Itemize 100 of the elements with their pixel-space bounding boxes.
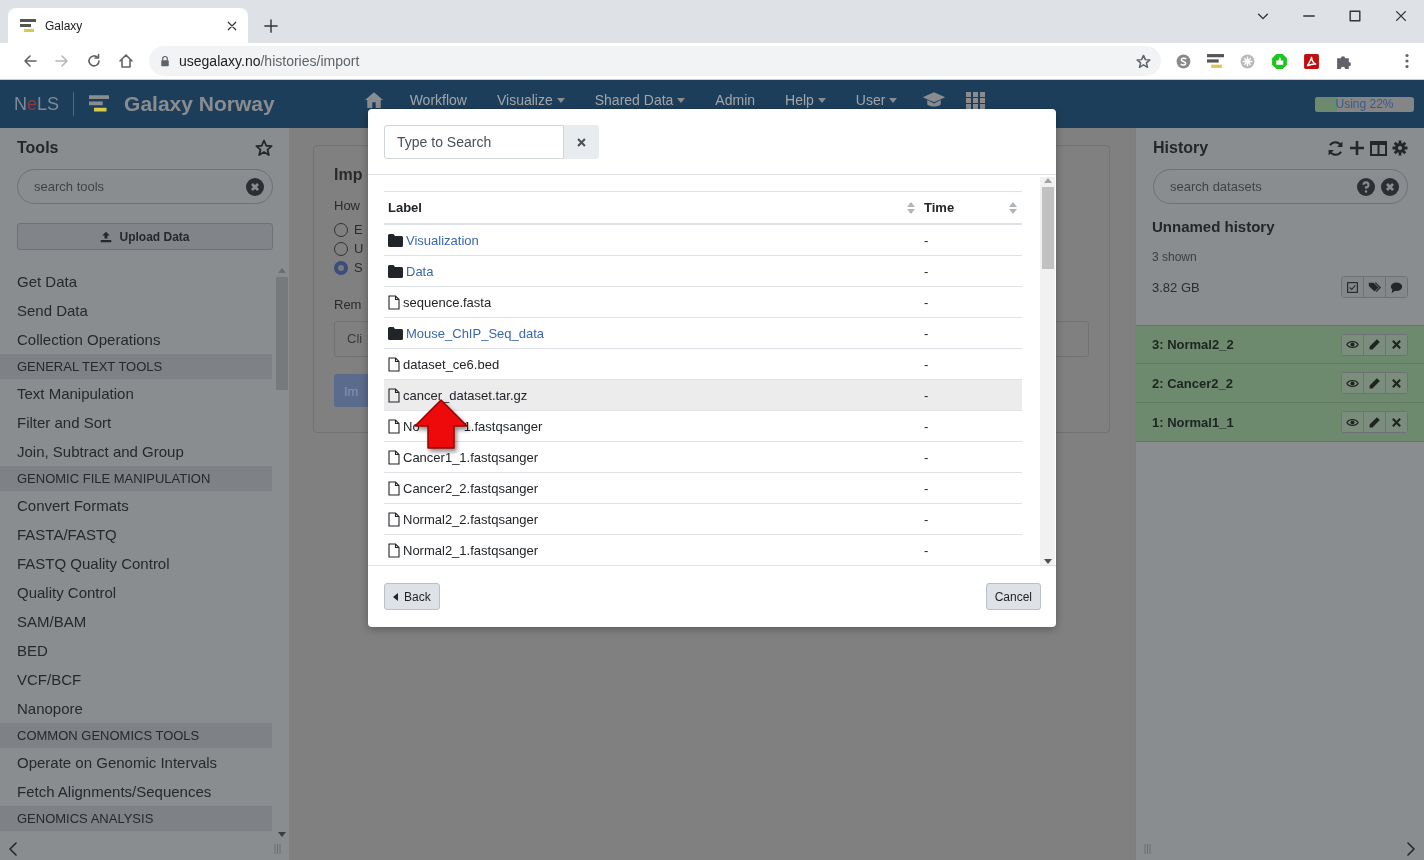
- nav-link[interactable]: Visualize: [481, 92, 580, 108]
- tool-link[interactable]: Text Manipulation: [0, 379, 272, 408]
- browser-tab[interactable]: Galaxy: [8, 8, 248, 43]
- tool-link[interactable]: Collection Operations: [0, 325, 272, 354]
- folder-link[interactable]: Data: [406, 263, 434, 279]
- delete-icon[interactable]: [1390, 338, 1403, 351]
- table-row[interactable]: Data -: [384, 255, 1022, 287]
- home-icon[interactable]: [118, 53, 134, 69]
- tool-link[interactable]: Nanopore: [0, 694, 272, 723]
- tool-link[interactable]: FASTA/FASTQ: [0, 520, 272, 549]
- table-row[interactable]: Cancer2_2.fastqsanger -: [384, 472, 1022, 504]
- table-row[interactable]: Mouse_ChIP_Seq_data -: [384, 317, 1022, 349]
- nav-link[interactable]: Workflow: [394, 92, 482, 108]
- nav-link[interactable]: Shared Data: [579, 92, 701, 108]
- search-field[interactable]: Type to Search: [384, 125, 564, 159]
- grid-icon[interactable]: [966, 91, 986, 109]
- section-header[interactable]: GENERAL TEXT TOOLS: [0, 354, 272, 379]
- section-header[interactable]: COMMON GENOMICS TOOLS: [0, 723, 272, 748]
- galaxy-extension-icon[interactable]: [1206, 52, 1224, 70]
- drag-handle-icon[interactable]: [274, 844, 281, 854]
- tool-link[interactable]: Filter and Sort: [0, 408, 272, 437]
- tool-link[interactable]: Convert Formats: [0, 491, 272, 520]
- nav-link[interactable]: Help: [770, 92, 841, 108]
- tool-link[interactable]: Fetch Alignments/Sequences: [0, 777, 272, 806]
- eye-icon[interactable]: [1346, 338, 1359, 351]
- upload-button[interactable]: Upload Data: [17, 223, 273, 250]
- scrollbar-thumb[interactable]: [1041, 187, 1054, 269]
- cancel-button[interactable]: Cancel: [985, 583, 1041, 610]
- section-header[interactable]: GENOMIC FILE MANIPULATION: [0, 466, 272, 491]
- pdf-icon[interactable]: [1302, 52, 1320, 70]
- history-name[interactable]: Unnamed history: [1152, 218, 1424, 235]
- radio-button[interactable]: [334, 222, 348, 237]
- table-row[interactable]: cancer_dataset.tar.gz -: [384, 379, 1022, 411]
- scroll-down-icon[interactable]: [277, 832, 286, 838]
- star-icon[interactable]: [1136, 53, 1151, 69]
- thumbs-up-icon[interactable]: [1270, 52, 1288, 70]
- pencil-icon[interactable]: [1368, 376, 1381, 390]
- reload-icon[interactable]: [86, 53, 102, 69]
- folder-link[interactable]: Visualization: [406, 232, 479, 248]
- section-header[interactable]: GENOMICS ANALYSIS: [0, 806, 272, 831]
- back-icon[interactable]: [22, 53, 38, 69]
- tool-link[interactable]: SAM/BAM: [0, 607, 272, 636]
- tool-link[interactable]: Get Data: [0, 267, 272, 296]
- nav-link[interactable]: Admin: [700, 92, 771, 108]
- graduation-cap-icon[interactable]: [922, 91, 947, 109]
- radio-button[interactable]: [334, 241, 348, 256]
- table-row[interactable]: sequence.fasta -: [384, 286, 1022, 318]
- delete-icon[interactable]: [1390, 415, 1403, 429]
- radio-button[interactable]: [334, 260, 348, 275]
- tool-link[interactable]: Operate on Genomic Intervals: [0, 748, 272, 777]
- dataset-title[interactable]: 3: Normal2_2: [1152, 337, 1234, 352]
- column-header[interactable]: Label: [384, 191, 920, 224]
- tool-link[interactable]: Send Data: [0, 296, 272, 325]
- table-row[interactable]: Normal2_2.fastqsanger -: [384, 503, 1022, 535]
- file-icon: [388, 356, 400, 372]
- dataset-item[interactable]: 3: Normal2_2: [1136, 325, 1424, 364]
- pencil-icon[interactable]: [1368, 338, 1381, 351]
- table-row[interactable]: Normal2_1.fastqsanger -: [384, 534, 1022, 565]
- nav-link[interactable]: User: [840, 92, 913, 108]
- chat-extension-icon[interactable]: [1174, 52, 1192, 70]
- close-icon[interactable]: [1394, 9, 1408, 23]
- tool-link[interactable]: FASTQ Quality Control: [0, 549, 272, 578]
- table-row[interactable]: dataset_ce6.bed -: [384, 348, 1022, 380]
- plus-icon[interactable]: [1349, 140, 1365, 156]
- dataset-title[interactable]: 2: Cancer2_2: [1152, 375, 1233, 391]
- delete-icon[interactable]: [1390, 376, 1403, 390]
- drag-handle-icon[interactable]: [1144, 844, 1151, 854]
- pencil-icon[interactable]: [1368, 415, 1381, 429]
- dataset-item[interactable]: 1: Normal1_1: [1136, 403, 1424, 442]
- star-icon[interactable]: [255, 139, 273, 157]
- clear-icon[interactable]: [246, 177, 264, 196]
- settings-icon[interactable]: [1392, 140, 1408, 156]
- chevron-left-icon[interactable]: [8, 842, 18, 856]
- tool-link[interactable]: BED: [0, 636, 272, 665]
- tool-link[interactable]: Quality Control: [0, 578, 272, 607]
- select-icon[interactable]: [1346, 280, 1359, 294]
- columns-icon[interactable]: [1370, 140, 1387, 156]
- clear-icon[interactable]: [1381, 177, 1399, 196]
- tags-icon[interactable]: [1368, 280, 1381, 294]
- dataset-title[interactable]: 1: Normal1_1: [1152, 414, 1234, 430]
- new-tab-icon[interactable]: [264, 19, 278, 33]
- tool-link[interactable]: Join, Subtract and Group: [0, 437, 272, 466]
- maximize-icon[interactable]: [1348, 9, 1362, 23]
- folder-link[interactable]: Mouse_ChIP_Seq_data: [406, 325, 545, 341]
- help-icon[interactable]: [1357, 177, 1375, 196]
- chevron-right-icon[interactable]: [1406, 842, 1416, 856]
- more-icon[interactable]: [1405, 53, 1409, 69]
- column-header[interactable]: Time: [920, 191, 1022, 224]
- comment-icon[interactable]: [1390, 280, 1403, 294]
- nels-logo[interactable]: NeLS: [14, 93, 60, 115]
- back-button[interactable]: Back: [384, 583, 440, 610]
- address-field[interactable]: usegalaxy.no/histories/import: [149, 46, 1161, 76]
- clear-icon[interactable]: [576, 136, 587, 148]
- refresh-icon[interactable]: [1327, 139, 1344, 157]
- close-icon[interactable]: [226, 19, 238, 32]
- tool-link[interactable]: VCF/BCF: [0, 665, 272, 694]
- dataset-item[interactable]: 2: Cancer2_2: [1136, 364, 1424, 403]
- scroll-down-icon[interactable]: [1043, 559, 1052, 565]
- brand-name[interactable]: Galaxy Norway: [124, 92, 275, 116]
- table-row[interactable]: Visualization -: [384, 224, 1022, 256]
